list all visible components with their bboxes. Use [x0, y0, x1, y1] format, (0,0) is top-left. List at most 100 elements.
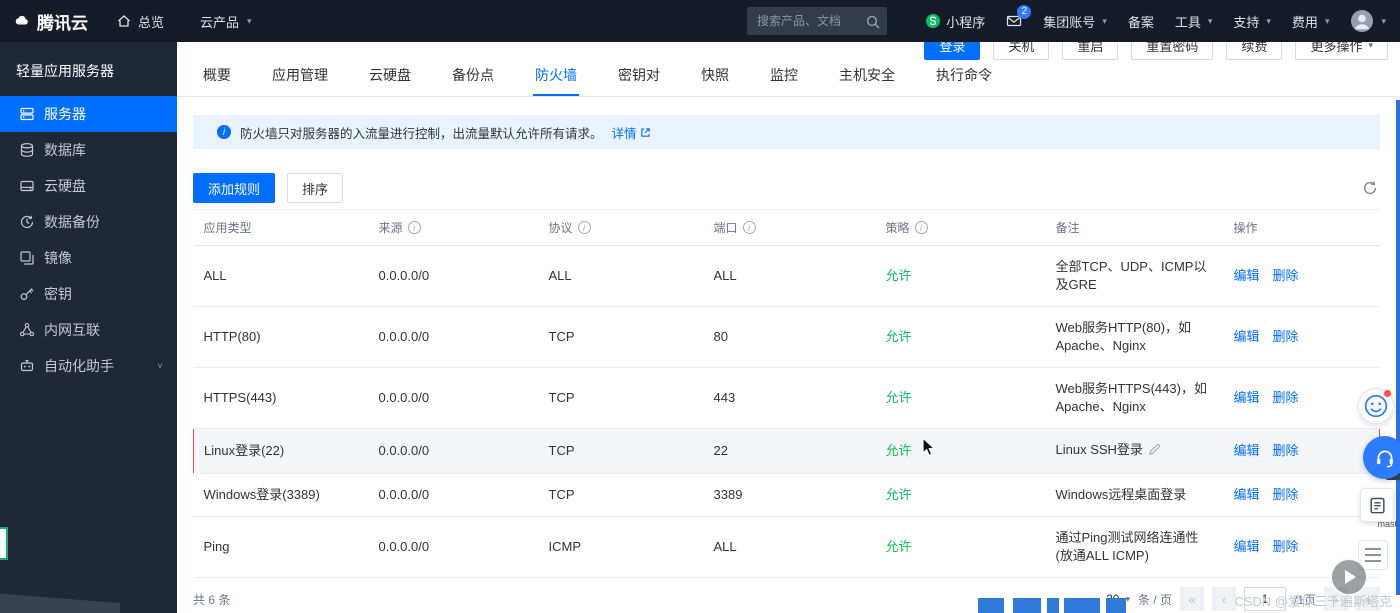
table-header-row: 应用类型 来源 i 协议 i 端口 i 策略 i 备注 操作 [193, 209, 1380, 246]
sort-button[interactable]: 排序 [287, 173, 344, 203]
tab-run-command[interactable]: 执行命令 [936, 65, 992, 96]
mini-program-entry[interactable]: 小程序 [925, 12, 985, 31]
screen-artifact [1013, 598, 1041, 613]
remark-cell: 通过Ping测试网络连通性(放通ALL ICMP) [1045, 516, 1224, 578]
policy-cell: 允许 [875, 367, 1046, 429]
tencent-cloud-logo[interactable]: 腾讯云 [14, 9, 88, 34]
csdn-watermark: CSDN @爱你三千遍斯塔克 [1234, 594, 1392, 609]
miniprogram-icon [925, 13, 941, 29]
table-row: Ping 0.0.0.0/0 ICMP ALL 允许 通过Ping测试网络连通性(放通AL… [193, 516, 1380, 578]
protocol-cell: ALL [538, 245, 704, 307]
user-avatar-menu[interactable]: ▾ [1350, 9, 1386, 33]
support-menu[interactable]: 支持 ▾ [1233, 12, 1271, 31]
product-search[interactable] [747, 7, 887, 35]
edit-link[interactable]: 编辑 [1234, 390, 1260, 405]
app-type-cell: HTTPS(443) [193, 367, 369, 429]
avatar-icon [1350, 9, 1374, 33]
unread-count-badge: 2 [1017, 5, 1032, 19]
remark-cell: Web服务HTTP(80)，如Apache、Nginx [1045, 306, 1224, 368]
sidebar-item-key[interactable]: 密钥 [0, 276, 177, 312]
edit-remark-icon[interactable] [1148, 443, 1161, 461]
nav-overview[interactable]: 总览 [116, 12, 164, 31]
source-cell: 0.0.0.0/0 [368, 516, 539, 578]
tab-host-security[interactable]: 主机安全 [839, 65, 895, 96]
table-footer: 共 6 条 20 ▾ 条 / 页 « ‹ /1页 › » [193, 587, 1380, 611]
edit-link[interactable]: 编辑 [1234, 329, 1260, 344]
tab-app-management[interactable]: 应用管理 [272, 65, 328, 96]
port-cell: ALL [703, 516, 876, 578]
tab-firewall[interactable]: 防火墙 [533, 65, 579, 96]
source-cell: 0.0.0.0/0 [368, 306, 539, 368]
edit-link[interactable]: 编辑 [1234, 268, 1260, 283]
actions-cell: 编辑 删除 [1223, 473, 1380, 517]
sidebar-item-data-backup[interactable]: 数据备份 [0, 204, 177, 240]
tencent-cloud-console: 腾讯云 总览云产品▾ 小程序2集团账号▾备案工具▾支持▾费用▾▾ 轻量应用服务器… [0, 0, 1400, 613]
search-icon[interactable] [865, 14, 880, 29]
edit-link[interactable]: 编辑 [1234, 443, 1260, 458]
billing-menu[interactable]: 费用 ▾ [1292, 12, 1330, 31]
info-icon[interactable]: i [742, 221, 756, 234]
sidebar-item-intranet[interactable]: 内网互联 [0, 312, 177, 348]
col-policy: 策略 i [875, 209, 1046, 246]
sidebar-item-image[interactable]: 镜像 [0, 240, 177, 276]
home-icon [116, 13, 132, 29]
feedback-smiley-widget[interactable] [1358, 388, 1394, 424]
firewall-content: i 防火墙只对服务器的入流量进行控制，出流量默认允许所有请求。 详情 添加规则 … [177, 115, 1400, 611]
sidebar-item-database[interactable]: 数据库 [0, 132, 177, 168]
delete-link[interactable]: 删除 [1273, 390, 1299, 405]
delete-link[interactable]: 删除 [1273, 329, 1299, 344]
table-row: HTTP(80) 0.0.0.0/0 TCP 80 允许 Web服务HTTP(80)，如A… [193, 306, 1380, 368]
info-icon[interactable]: i [407, 221, 421, 234]
protocol-cell: TCP [538, 473, 704, 517]
sidebar-menu: 服务器 数据库 云硬盘 数据备份 镜像 密钥 内网互联 自动化助手 ˅ [0, 96, 177, 384]
banner-detail-link[interactable]: 详情 [612, 123, 651, 142]
info-icon[interactable]: i [914, 221, 928, 234]
tab-snapshot[interactable]: 快照 [701, 65, 729, 96]
cloud-logo-icon [14, 13, 30, 29]
sidebar-item-cloud-disk[interactable]: 云硬盘 [0, 168, 177, 204]
protocol-cell: TCP [538, 367, 704, 429]
chevron-down-icon: ▾ [247, 15, 252, 26]
mail-notifications[interactable]: 2 [1006, 5, 1032, 29]
tab-cloud-disk[interactable]: 云硬盘 [369, 65, 411, 96]
chevron-down-icon: ▾ [1207, 15, 1213, 26]
main-panel: 登录 关机 重启 重置密码 续费 更多操作 ▾ 概要 应用管理 云硬盘 备份点 防火墙 密钥对 快照 监控… [177, 30, 1400, 613]
group-account-menu[interactable]: 集团账号 ▾ [1043, 12, 1107, 31]
nav-cloud-products[interactable]: 云产品 ▾ [200, 12, 252, 31]
app-type-cell: Ping [193, 516, 369, 578]
search-input[interactable] [755, 13, 865, 29]
refresh-icon[interactable] [1362, 180, 1378, 196]
icp-filing-entry[interactable]: 备案 [1128, 12, 1154, 31]
tab-monitor[interactable]: 监控 [770, 65, 798, 96]
policy-cell: 允许 [875, 473, 1046, 517]
edit-link[interactable]: 编辑 [1234, 487, 1260, 502]
screen-artifact [1047, 598, 1059, 613]
delete-link[interactable]: 删除 [1273, 539, 1299, 554]
tab-backup-point[interactable]: 备份点 [452, 65, 494, 96]
survey-widget[interactable] [1360, 488, 1394, 522]
sidebar-item-server[interactable]: 服务器 [0, 96, 177, 132]
delete-link[interactable]: 删除 [1273, 487, 1299, 502]
edit-link[interactable]: 编辑 [1234, 539, 1260, 554]
chevron-down-icon: ▾ [1102, 15, 1107, 26]
first-page-button[interactable]: « [1179, 587, 1204, 611]
screen-artifact [978, 598, 1004, 613]
add-rule-button[interactable]: 添加规则 [193, 173, 276, 203]
actions-cell: 编辑 删除 [1223, 428, 1380, 474]
sidebar-item-automation-assistant[interactable]: 自动化助手 ˅ [0, 348, 177, 384]
screen-artifact [1064, 598, 1100, 613]
info-icon: i [217, 125, 231, 139]
table-row: HTTPS(443) 0.0.0.0/0 TCP 443 允许 Web服务HTTPS(44… [193, 367, 1380, 429]
tab-key-pair[interactable]: 密钥对 [618, 65, 660, 96]
topbar-right: 小程序 2 集团账号 ▾ 备案 工具 ▾ 支持 ▾ 费用 ▾ ▾ [925, 5, 1386, 33]
customer-service-widget[interactable] [1363, 436, 1400, 479]
prev-page-button[interactable]: ‹ [1211, 587, 1236, 611]
col-app-type: 应用类型 [193, 209, 369, 246]
tab-summary[interactable]: 概要 [203, 65, 231, 96]
delete-link[interactable]: 删除 [1273, 443, 1299, 458]
delete-link[interactable]: 删除 [1273, 268, 1299, 283]
info-icon[interactable]: i [577, 221, 591, 234]
protocol-cell: TCP [538, 306, 704, 368]
tools-menu[interactable]: 工具 ▾ [1175, 12, 1213, 31]
play-icon [1345, 570, 1356, 584]
